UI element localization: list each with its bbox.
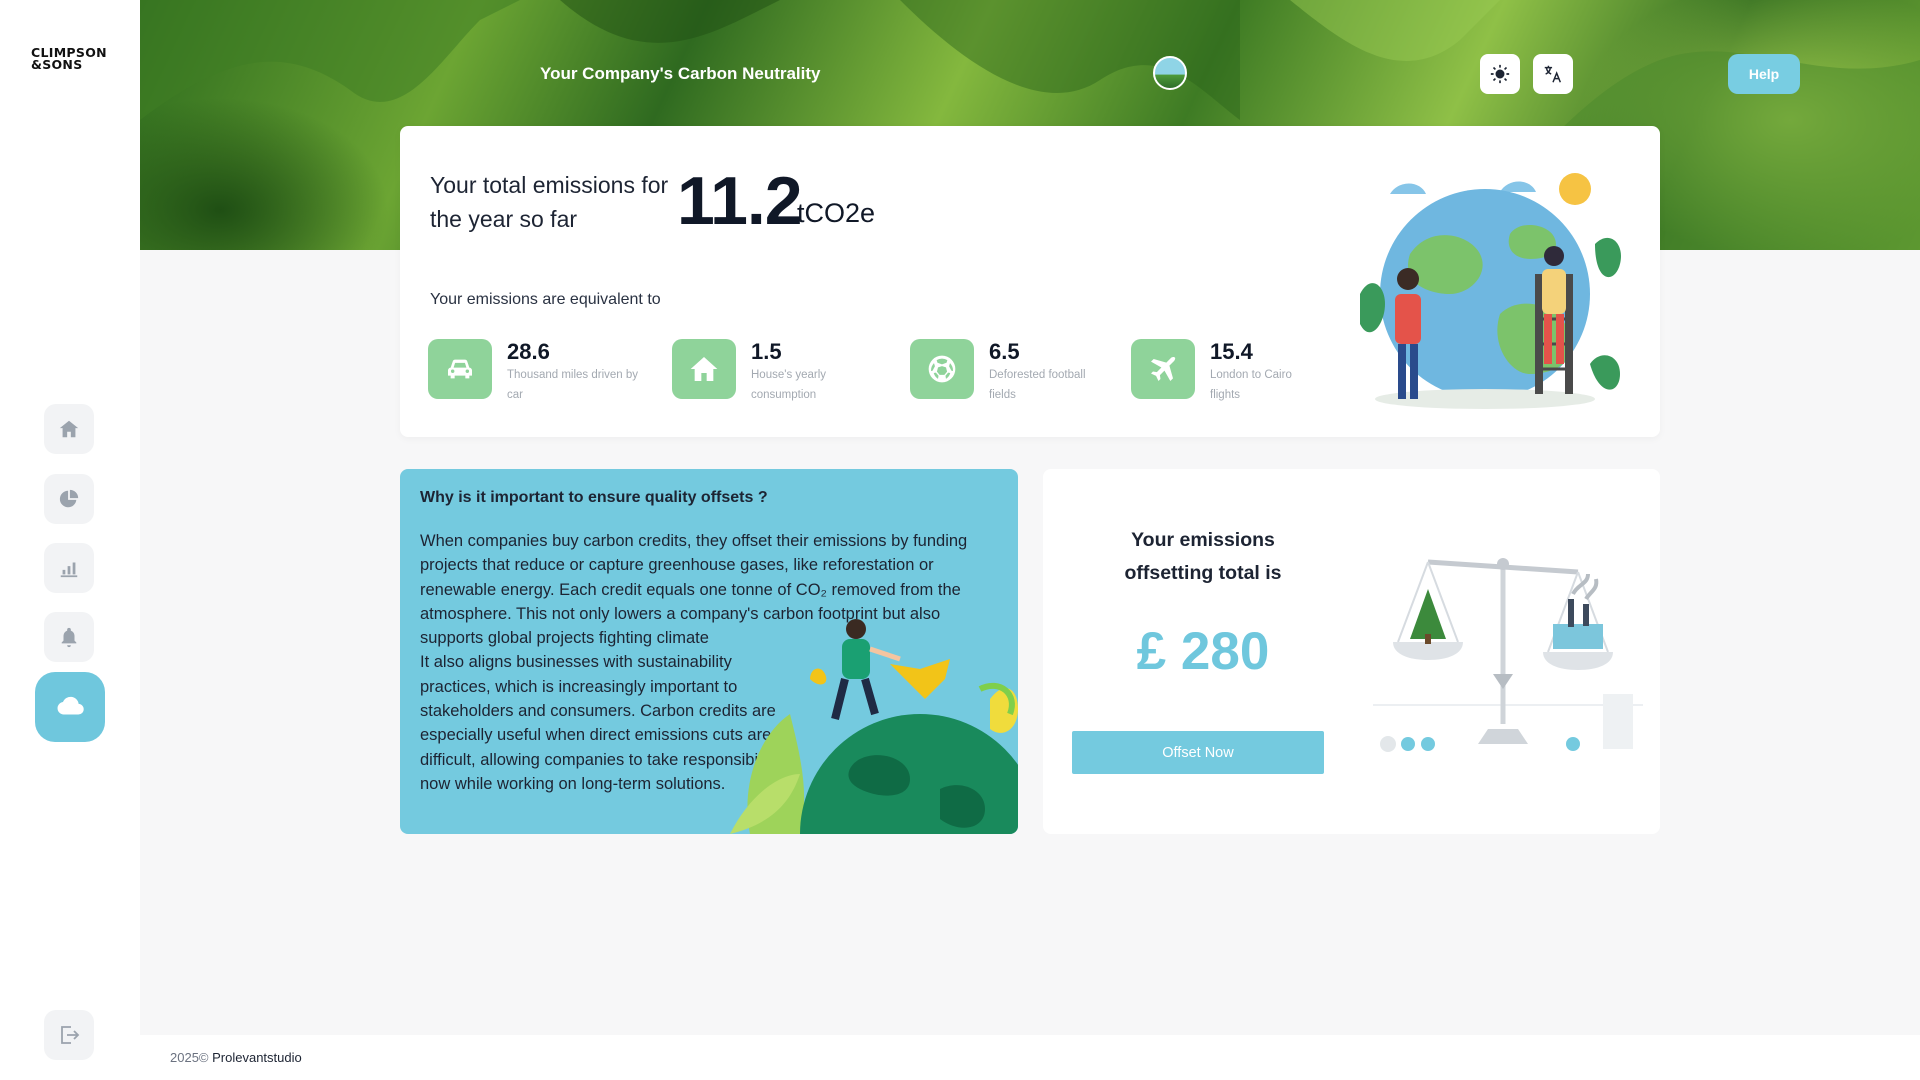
- sidebar-item-pie-chart[interactable]: [44, 474, 94, 524]
- sidebar: CLIMPSON &SONS: [0, 0, 140, 1080]
- football-icon: [928, 355, 956, 383]
- logout-button[interactable]: [44, 1010, 94, 1060]
- offset-now-button[interactable]: Offset Now: [1072, 731, 1324, 774]
- equivalent-item-flights: 15.4 London to Cairo flights: [1131, 339, 1310, 405]
- footer: 2025© Prolevantstudio: [140, 1035, 1920, 1080]
- globe-avatar[interactable]: [1153, 56, 1187, 90]
- car-icon: [448, 359, 472, 379]
- info-paragraph-2: It also aligns businesses with sustainab…: [420, 653, 779, 793]
- equivalent-item-football: 6.5 Deforested football fields: [910, 339, 1109, 405]
- equivalent-value: 6.5: [989, 339, 1020, 364]
- balance-scale-illustration: [1373, 558, 1643, 752]
- pie-chart-icon: [59, 489, 79, 508]
- sidebar-item-home[interactable]: [44, 404, 94, 454]
- equivalent-description: House's yearly consumption: [751, 369, 827, 401]
- copyright: 2025© Prolevantstudio: [170, 1050, 302, 1065]
- theme-toggle-button[interactable]: [1480, 54, 1520, 94]
- equivalent-description: Deforested football fields: [989, 369, 1086, 401]
- house-icon: [690, 357, 718, 381]
- offset-total-card: Your emissions offsetting total is £ 280…: [1043, 469, 1660, 834]
- emissions-summary-card: Your total emissions for the year so far…: [400, 126, 1660, 437]
- emissions-value: 11.2: [677, 163, 803, 239]
- offset-amount: £ 280: [1136, 622, 1270, 681]
- sidebar-item-notifications[interactable]: [44, 612, 94, 662]
- sidebar-item-bar-chart[interactable]: [44, 543, 94, 593]
- help-button[interactable]: Help: [1728, 54, 1800, 94]
- equivalent-description: London to Cairo flights: [1210, 369, 1292, 401]
- company-logo[interactable]: CLIMPSON &SONS: [31, 46, 107, 71]
- bar-chart-icon: [60, 562, 78, 578]
- planting-earth-illustration: [730, 619, 1018, 834]
- language-button[interactable]: [1533, 54, 1573, 94]
- equivalent-value: 28.6: [507, 339, 550, 364]
- offset-title: Your emissions offsetting total is: [1124, 529, 1282, 584]
- equivalent-item-car: 28.6 Thousand miles driven by car: [428, 339, 657, 405]
- equivalent-value: 1.5: [751, 339, 782, 364]
- cloud-icon: [57, 696, 84, 715]
- emissions-unit: tCO2e: [797, 198, 876, 228]
- sidebar-item-carbon[interactable]: [35, 672, 105, 742]
- sun-icon: [1490, 64, 1510, 84]
- page-title: Your Company's Carbon Neutrality: [540, 64, 821, 83]
- info-title: Why is it important to ensure quality of…: [420, 489, 768, 506]
- footer-company-link[interactable]: Prolevantstudio: [212, 1050, 302, 1065]
- plane-icon: [1151, 356, 1176, 381]
- emissions-label: Your total emissions for the year so far: [430, 172, 669, 232]
- home-icon: [59, 420, 79, 438]
- translate-icon: [1544, 65, 1562, 83]
- bell-icon: [61, 627, 77, 648]
- equivalent-item-house: 1.5 House's yearly consumption: [672, 339, 861, 405]
- logout-icon: [61, 1026, 80, 1044]
- earth-care-illustration: [1360, 173, 1621, 409]
- equivalent-title: Your emissions are equivalent to: [430, 291, 661, 308]
- equivalent-description: Thousand miles driven by car: [507, 369, 639, 401]
- equivalent-value: 15.4: [1210, 339, 1253, 364]
- quality-offsets-info-card: Why is it important to ensure quality of…: [400, 469, 1018, 834]
